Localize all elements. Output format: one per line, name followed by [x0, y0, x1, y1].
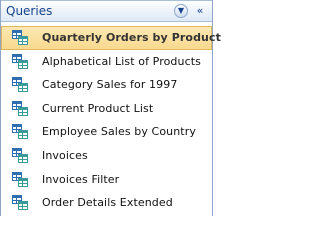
list-item-label: Alphabetical List of Products — [42, 54, 201, 68]
list-item-label: Category Sales for 1997 — [42, 78, 178, 92]
query-icon — [12, 171, 28, 187]
query-icon — [12, 30, 28, 45]
navigation-pane: Queries ▼ « Quarterly Orders by Product … — [0, 0, 221, 216]
query-icon — [12, 77, 28, 93]
list-item-label: Employee Sales by Country — [42, 125, 196, 139]
list-item-label: Invoices — [42, 148, 88, 162]
query-icon — [12, 195, 28, 211]
list-item[interactable]: Employee Sales by Country — [1, 120, 212, 144]
list-item[interactable]: Invoices — [1, 144, 212, 168]
pane-header[interactable]: Queries ▼ « — [1, 0, 212, 22]
collapse-pane-button[interactable]: « — [193, 4, 207, 18]
list-item[interactable]: Quarterly Orders by Product — [1, 26, 221, 50]
list-item-label: Current Product List — [42, 101, 154, 115]
list-item-label: Invoices Filter — [42, 172, 120, 186]
list-item[interactable]: Invoices Filter — [1, 168, 212, 192]
list-item-label: Quarterly Orders by Product — [42, 31, 221, 44]
list-item[interactable]: Order Details Extended — [1, 191, 212, 215]
list-item[interactable]: Current Product List — [1, 97, 212, 121]
pane-title: Queries — [6, 4, 53, 18]
query-icon — [12, 100, 28, 116]
query-icon — [12, 53, 28, 69]
list-item[interactable]: Category Sales for 1997 — [1, 73, 212, 97]
list-item-label: Order Details Extended — [42, 196, 173, 210]
pane-menu-button[interactable]: ▼ — [174, 4, 188, 18]
list-item[interactable]: Alphabetical List of Products — [1, 50, 212, 74]
query-icon — [12, 124, 28, 140]
query-icon — [12, 147, 28, 163]
query-list: Quarterly Orders by Product Alphabetical… — [1, 26, 221, 215]
